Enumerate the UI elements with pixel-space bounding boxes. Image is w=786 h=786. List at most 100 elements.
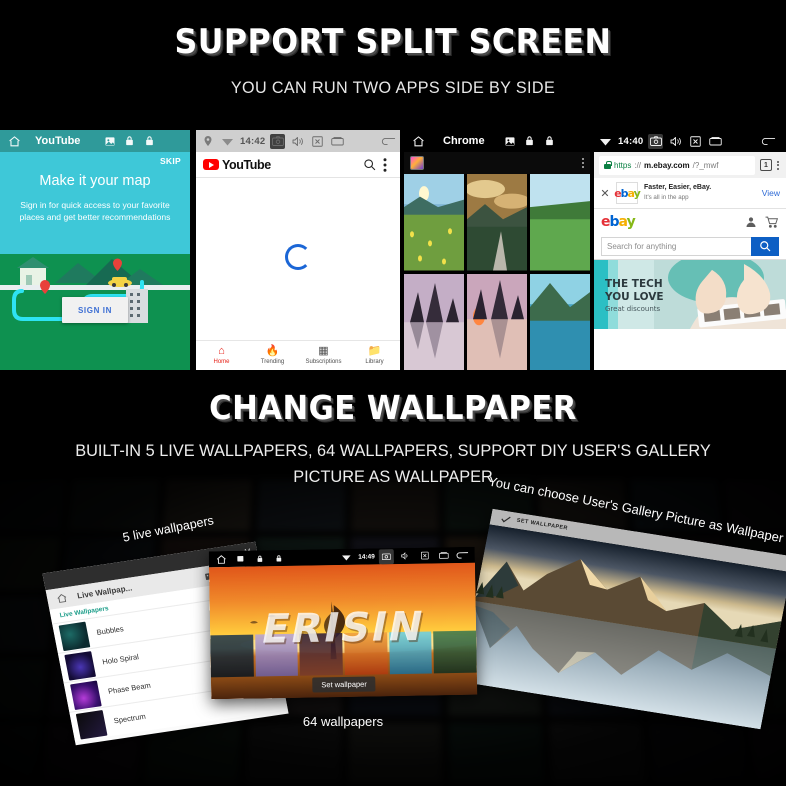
tab-library[interactable]: 📁 Library — [349, 341, 400, 370]
recents-icon[interactable] — [330, 134, 345, 149]
kebab-menu-icon[interactable] — [777, 160, 781, 170]
gallery-photo[interactable] — [530, 174, 590, 271]
panel-gallery: Chrome — [404, 130, 590, 370]
ebay-app-tile: ebay — [614, 182, 641, 204]
recents-icon[interactable] — [436, 548, 451, 563]
sign-in-button[interactable]: SIGN IN — [62, 297, 128, 323]
search-input[interactable]: Search for anything — [601, 236, 751, 256]
cart-icon[interactable] — [764, 215, 779, 230]
check-icon[interactable] — [497, 510, 515, 527]
wifi-icon — [598, 134, 613, 149]
person-icon[interactable] — [743, 215, 758, 230]
volume-icon[interactable] — [668, 134, 683, 149]
builtin-wallpaper-screenshot: 14:49 ERISIN Set wallpaper — [208, 546, 478, 700]
image-icon[interactable] — [502, 134, 517, 149]
youtube-play-icon — [203, 159, 219, 170]
back-icon[interactable] — [761, 134, 776, 149]
close-box-icon[interactable] — [688, 134, 703, 149]
camera-icon[interactable] — [648, 133, 664, 149]
erisin-watermark: ERISIN — [257, 603, 429, 653]
tab-home[interactable]: ⌂ Home — [196, 341, 247, 370]
home-icon[interactable] — [53, 589, 71, 606]
volume-icon[interactable] — [290, 134, 305, 149]
panel2-status-bar: 14:42 — [196, 130, 400, 152]
chrome-browser: https://m.ebay.com/?_mwf 1 ✕ ebay Faster… — [594, 152, 786, 370]
panel4-clock: 14:40 — [618, 135, 644, 147]
lock-icon[interactable] — [542, 134, 557, 149]
gallery-photo-grid — [404, 174, 590, 370]
tab-subscriptions[interactable]: ▦ Subscriptions — [298, 341, 349, 370]
close-box-icon[interactable] — [417, 548, 432, 563]
wallpaper-subtitle: BUILT-IN 5 LIVE WALLPAPERS, 64 WALLPAPER… — [75, 441, 711, 486]
image-icon[interactable] — [102, 134, 117, 149]
youtube-app: YouTube ⌂ Home 🔥 Trending ▦ Subscription… — [196, 152, 400, 370]
close-icon[interactable]: ✕ — [600, 187, 610, 200]
lock-icon[interactable] — [522, 134, 537, 149]
maps-heading: Make it your map — [39, 173, 151, 189]
url-host: m.ebay.com — [644, 160, 690, 170]
folder-icon: 📁 — [367, 345, 382, 357]
set-wallpaper-button[interactable]: Set wallpaper — [312, 676, 376, 693]
banner-line2: It's all in the app — [644, 194, 689, 201]
close-box-icon[interactable] — [310, 134, 325, 149]
image-icon[interactable] — [233, 551, 248, 566]
tab-trending-label: Trending — [260, 359, 285, 365]
gallery-photo[interactable] — [467, 174, 527, 271]
address-bar[interactable]: https://m.ebay.com/?_mwf — [599, 155, 755, 175]
kebab-menu-icon[interactable] — [582, 158, 584, 168]
url-scheme: https — [614, 160, 632, 170]
split-screen-subtitle: YOU CAN RUN TWO APPS SIDE BY SIDE — [230, 78, 556, 97]
kebab-menu-icon[interactable] — [377, 157, 393, 173]
subscriptions-icon: ▦ — [318, 345, 329, 357]
ebay-promo-banner[interactable]: THE TECH YOU LOVE Great discounts — [594, 259, 786, 329]
panel-chrome-ebay: 14:40 https:// m.ebay.com /?_mwf 1 ✕ eb… — [594, 130, 786, 370]
home-icon[interactable] — [411, 134, 426, 149]
ebay-logo: ebay — [614, 186, 641, 200]
promo-line3: Great discounts — [605, 305, 661, 313]
search-button[interactable] — [751, 236, 779, 256]
promo-page: SUPPORT SPLIT SCREEN YOU CAN RUN TWO APP… — [0, 0, 786, 786]
youtube-wordmark: YouTube — [222, 157, 271, 172]
builtin-wallpapers-caption: 64 wallpapers — [302, 714, 384, 729]
tab-library-label: Library — [365, 359, 384, 365]
maps-body-text: Sign in for quick access to your favorit… — [19, 200, 171, 222]
home-icon[interactable] — [214, 551, 229, 566]
youtube-logo: YouTube — [203, 158, 271, 172]
loading-spinner-icon — [285, 244, 311, 270]
builtin-wallpaper-preview[interactable]: ERISIN Set wallpaper — [209, 562, 478, 700]
lock-icon[interactable] — [142, 134, 157, 149]
lock-icon[interactable] — [122, 134, 137, 149]
search-icon[interactable] — [361, 157, 377, 173]
gallery-icon[interactable] — [410, 156, 424, 170]
lock-icon[interactable] — [252, 551, 267, 566]
live-app-title: Live Wallpap... — [76, 582, 133, 600]
back-icon[interactable] — [455, 547, 470, 562]
banner-view-button[interactable]: View — [762, 188, 780, 198]
skip-button[interactable]: SKIP — [160, 156, 181, 166]
list-item-label: Spectrum — [112, 711, 147, 726]
ebay-logo[interactable]: ebay — [601, 214, 636, 230]
url-path: /?_mwf — [692, 160, 719, 170]
recents-icon[interactable] — [708, 134, 723, 149]
maps-signin-body: SKIP Make it your map Sign in for quick … — [0, 152, 190, 370]
panel2-clock: 14:42 — [240, 135, 266, 147]
volume-icon[interactable] — [398, 548, 413, 563]
tab-trending[interactable]: 🔥 Trending — [247, 341, 298, 370]
tab-count-button[interactable]: 1 — [760, 159, 772, 171]
camera-icon[interactable] — [270, 133, 286, 149]
back-icon[interactable] — [381, 134, 396, 149]
list-item-label: Holo Spiral — [101, 652, 140, 667]
gallery-photo[interactable] — [404, 174, 464, 271]
split-screen-title: SUPPORT SPLIT SCREEN — [174, 22, 612, 62]
ebay-search-row: Search for anything — [594, 235, 786, 259]
home-icon[interactable] — [7, 134, 22, 149]
tab-subscriptions-label: Subscriptions — [305, 359, 342, 365]
camera-icon[interactable] — [378, 548, 394, 564]
gallery-photo[interactable] — [530, 273, 590, 370]
lock-icon[interactable] — [271, 550, 286, 565]
location-pin-icon — [200, 134, 215, 149]
gallery-photo[interactable] — [404, 273, 464, 370]
wallpaper-thumbnail — [58, 621, 91, 651]
gallery-photo[interactable] — [467, 273, 527, 370]
tab-home-label: Home — [213, 359, 230, 365]
